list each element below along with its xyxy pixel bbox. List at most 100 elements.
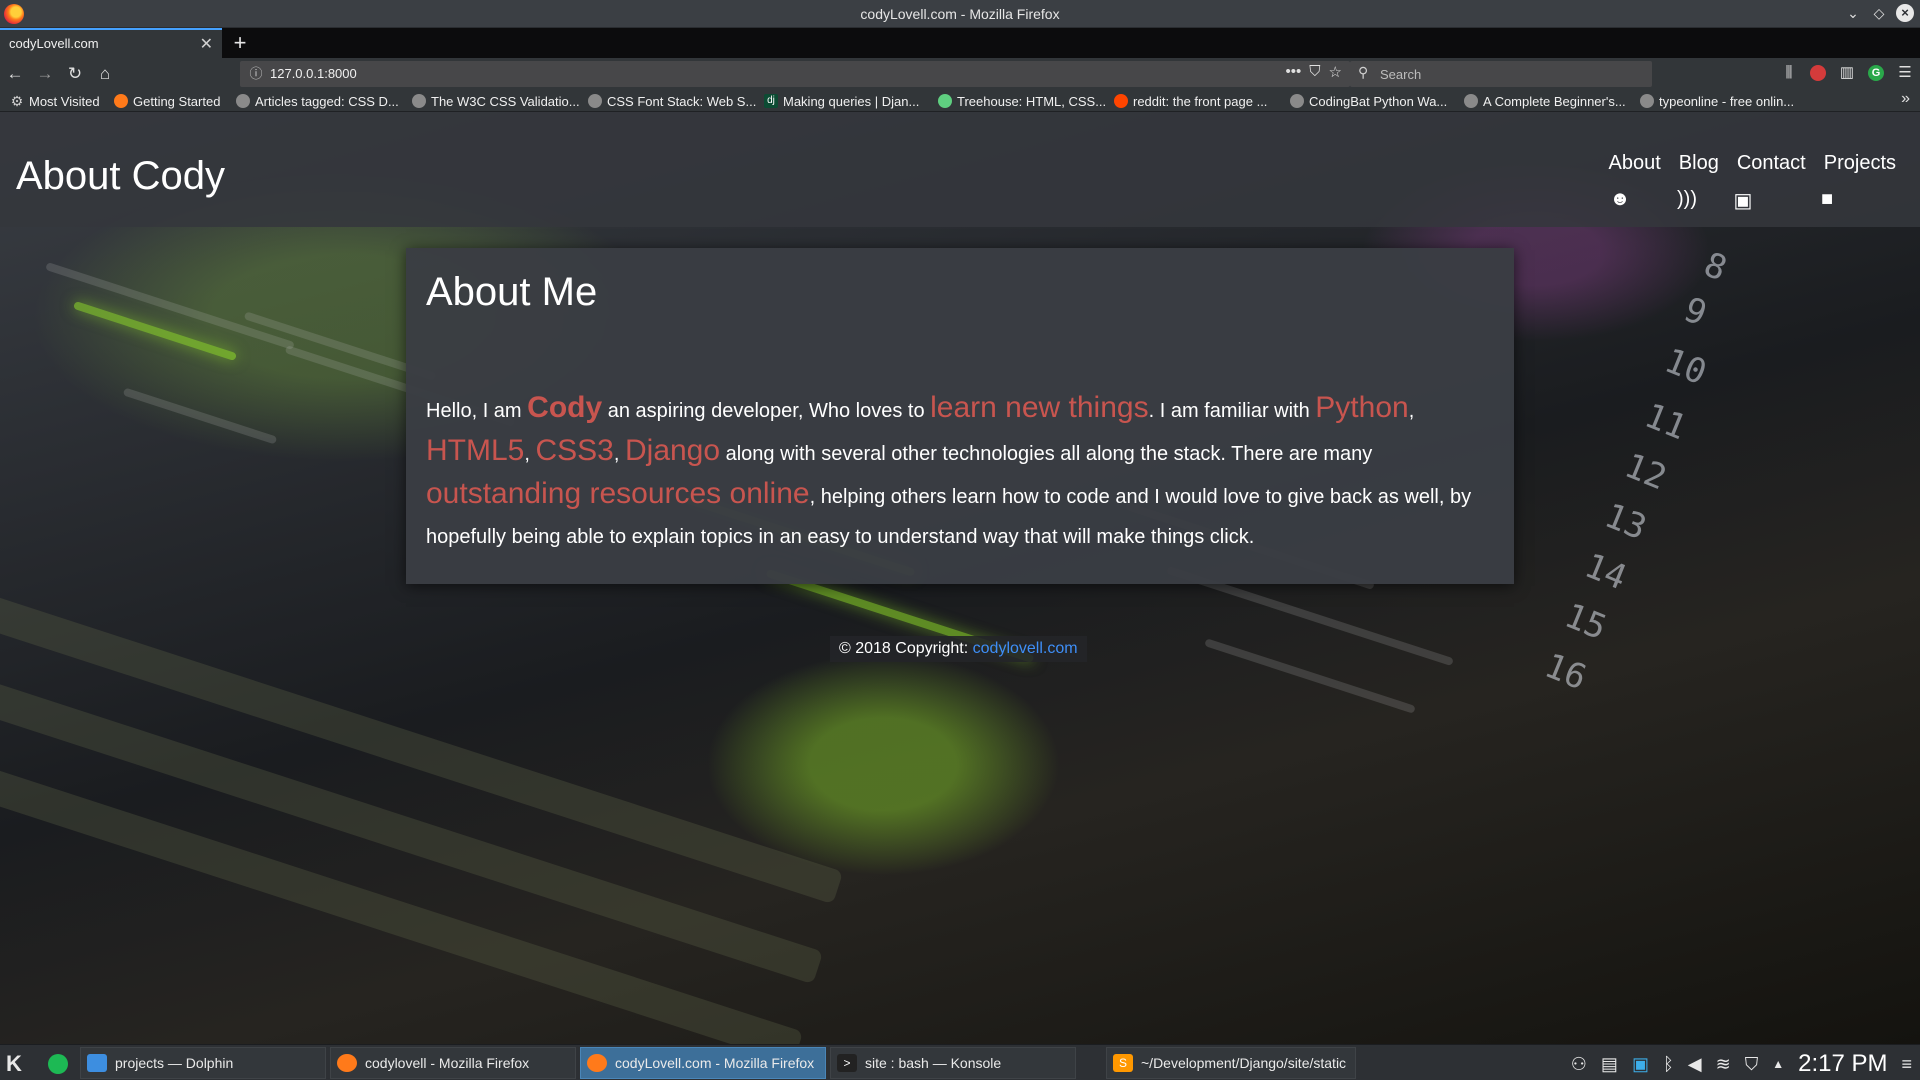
tab-codylovell[interactable]: codyLovell.com ✕: [0, 28, 222, 58]
kde-launcher-icon[interactable]: K: [6, 1051, 22, 1077]
bookmark-most-visited[interactable]: ⚙ Most Visited: [10, 92, 100, 110]
bookmark-w3c-validator[interactable]: The W3C CSS Validatio...: [412, 92, 580, 110]
rss-icon[interactable]: ))): [1676, 188, 1698, 211]
notification-icon[interactable]: ▣: [1632, 1054, 1649, 1075]
highlight-resources: outstanding resources online: [426, 477, 810, 510]
globe-icon: [236, 94, 250, 108]
footer-link[interactable]: codylovell.com: [973, 640, 1078, 657]
home-icon[interactable]: ⌂: [94, 63, 116, 85]
tab-strip: codyLovell.com ✕ +: [0, 28, 1920, 58]
url-actions: ••• ⛉ ☆: [1286, 63, 1342, 81]
highlight-python: Python: [1315, 391, 1409, 424]
task-konsole[interactable]: > site : bash — Konsole: [830, 1047, 1076, 1079]
new-tab-button[interactable]: +: [228, 30, 252, 56]
clock[interactable]: 2:17 PM: [1798, 1050, 1887, 1078]
bookmark-css-font-stack[interactable]: CSS Font Stack: Web S...: [588, 92, 756, 110]
forward-arrow-icon[interactable]: →: [34, 63, 56, 85]
highlight-learn: learn new things: [930, 391, 1149, 424]
bookmark-typeonline[interactable]: typeonline - free onlin...: [1640, 92, 1794, 110]
globe-icon: [412, 94, 426, 108]
globe-icon: [1640, 94, 1654, 108]
smiley-icon[interactable]: ☻: [1609, 188, 1631, 211]
spotify-icon[interactable]: [48, 1054, 68, 1074]
highlight-html5: HTML5: [426, 434, 525, 467]
globe-icon: [1290, 94, 1304, 108]
url-bar[interactable]: ⓘ 127.0.0.1:8000 ••• ⛉ ☆: [240, 61, 1350, 87]
globe-icon: [588, 94, 602, 108]
volume-icon[interactable]: ◀: [1688, 1054, 1702, 1075]
search-box[interactable]: ⚲: [1350, 61, 1652, 87]
system-tray: ⚇ ▤ ▣ ᛒ ◀ ≋ ⛉ ▲ 2:17 PM ≡: [1571, 1050, 1912, 1078]
tab-title: codyLovell.com: [9, 36, 99, 51]
bookmark-beginners-guide[interactable]: A Complete Beginner's...: [1464, 92, 1626, 110]
highlight-django: Django: [624, 434, 721, 467]
nav-projects-link[interactable]: Projects: [1824, 152, 1896, 175]
gear-icon: ⚙: [10, 93, 24, 109]
clipboard-icon[interactable]: ▤: [1601, 1054, 1618, 1075]
site-header: About Cody About Blog Contact Projects ☻…: [0, 112, 1920, 227]
firefox-icon: [587, 1054, 607, 1072]
about-paragraph: Hello, I am Cody an aspiring developer, …: [426, 391, 1472, 548]
bookmarks-toolbar: ⚙ Most Visited Getting Started Articles t…: [0, 90, 1920, 112]
bookmark-django-queries[interactable]: dj Making queries | Djan...: [764, 92, 919, 110]
briefcase-icon[interactable]: ■: [1816, 188, 1838, 211]
reddit-icon: [1114, 94, 1128, 108]
bookmark-treehouse[interactable]: Treehouse: HTML, CSS...: [938, 92, 1106, 110]
update-shield-icon[interactable]: ⛉: [1745, 1054, 1759, 1075]
nav-contact-link[interactable]: Contact: [1737, 152, 1806, 175]
site-nav: About Blog Contact Projects: [1609, 152, 1896, 175]
site-brand[interactable]: About Cody: [16, 154, 225, 199]
navigation-toolbar: ← → ↻ ⌂ ⓘ 127.0.0.1:8000 ••• ⛉ ☆ ⚲ ⫼ ▥ G…: [0, 58, 1920, 90]
contact-card-icon[interactable]: ▣: [1732, 188, 1754, 213]
pocket-icon[interactable]: ⛉: [1309, 63, 1320, 81]
web-page: 8 9 10 11 12 13 14 15 16 About Cody Abou…: [0, 112, 1920, 1044]
bookmark-star-icon[interactable]: ☆: [1329, 63, 1342, 81]
user-icon[interactable]: ⚇: [1571, 1054, 1587, 1075]
panel-menu-icon[interactable]: ≡: [1901, 1054, 1912, 1075]
bookmark-codingbat[interactable]: CodingBat Python Wa...: [1290, 92, 1447, 110]
task-firefox-codylovell[interactable]: codylovell - Mozilla Firefox: [330, 1047, 576, 1079]
library-icon[interactable]: ⫼: [1780, 63, 1798, 83]
taskbar: K projects — Dolphin codylovell - Mozill…: [0, 1044, 1920, 1080]
window-title: codyLovell.com - Mozilla Firefox: [860, 6, 1060, 22]
back-arrow-icon[interactable]: ←: [4, 63, 26, 85]
reload-icon[interactable]: ↻: [64, 63, 86, 85]
sidebar-icon[interactable]: ▥: [1838, 63, 1856, 83]
bookmark-getting-started[interactable]: Getting Started: [114, 92, 220, 110]
task-dolphin[interactable]: projects — Dolphin: [80, 1047, 326, 1079]
task-sublime[interactable]: S ~/Development/Django/site/static: [1106, 1047, 1356, 1079]
maximize-icon[interactable]: ◇: [1870, 4, 1888, 22]
grammarly-icon[interactable]: G: [1868, 65, 1884, 81]
toolbar-icons: ⫼ ▥ G ☰: [1780, 63, 1914, 83]
konsole-icon: >: [837, 1054, 857, 1072]
sublime-icon: S: [1113, 1054, 1133, 1072]
django-icon: dj: [764, 94, 778, 108]
tray-expand-icon[interactable]: ▲: [1772, 1057, 1784, 1071]
site-info-icon[interactable]: ⓘ: [246, 64, 266, 84]
about-heading: About Me: [426, 270, 598, 314]
extension-red-icon[interactable]: [1810, 65, 1826, 81]
window-controls: ⌄ ◇ ×: [1844, 4, 1914, 22]
highlight-name: Cody: [527, 391, 603, 424]
bookmark-reddit[interactable]: reddit: the front page ...: [1114, 92, 1267, 110]
bookmark-articles-css[interactable]: Articles tagged: CSS D...: [236, 92, 399, 110]
window-titlebar: codyLovell.com - Mozilla Firefox ⌄ ◇ ×: [0, 0, 1920, 28]
page-actions-icon[interactable]: •••: [1286, 63, 1302, 81]
task-firefox-active[interactable]: codyLovell.com - Mozilla Firefox: [580, 1047, 826, 1079]
bookmarks-overflow-icon[interactable]: »: [1901, 90, 1910, 108]
bluetooth-icon[interactable]: ᛒ: [1663, 1054, 1674, 1075]
url-text[interactable]: 127.0.0.1:8000: [270, 66, 357, 81]
minimize-icon[interactable]: ⌄: [1844, 4, 1862, 22]
nav-blog-link[interactable]: Blog: [1679, 152, 1719, 175]
wifi-icon[interactable]: ≋: [1716, 1054, 1731, 1075]
search-input[interactable]: [1380, 65, 1640, 83]
nav-about-link[interactable]: About: [1609, 152, 1661, 175]
tab-close-icon[interactable]: ✕: [200, 34, 213, 54]
about-card: About Me Hello, I am Cody an aspiring de…: [406, 248, 1514, 584]
firefox-icon: [114, 94, 128, 108]
search-icon: ⚲: [1358, 64, 1369, 80]
close-window-icon[interactable]: ×: [1896, 4, 1914, 22]
menu-hamburger-icon[interactable]: ☰: [1896, 63, 1914, 83]
firefox-icon: [337, 1054, 357, 1072]
treehouse-icon: [938, 94, 952, 108]
